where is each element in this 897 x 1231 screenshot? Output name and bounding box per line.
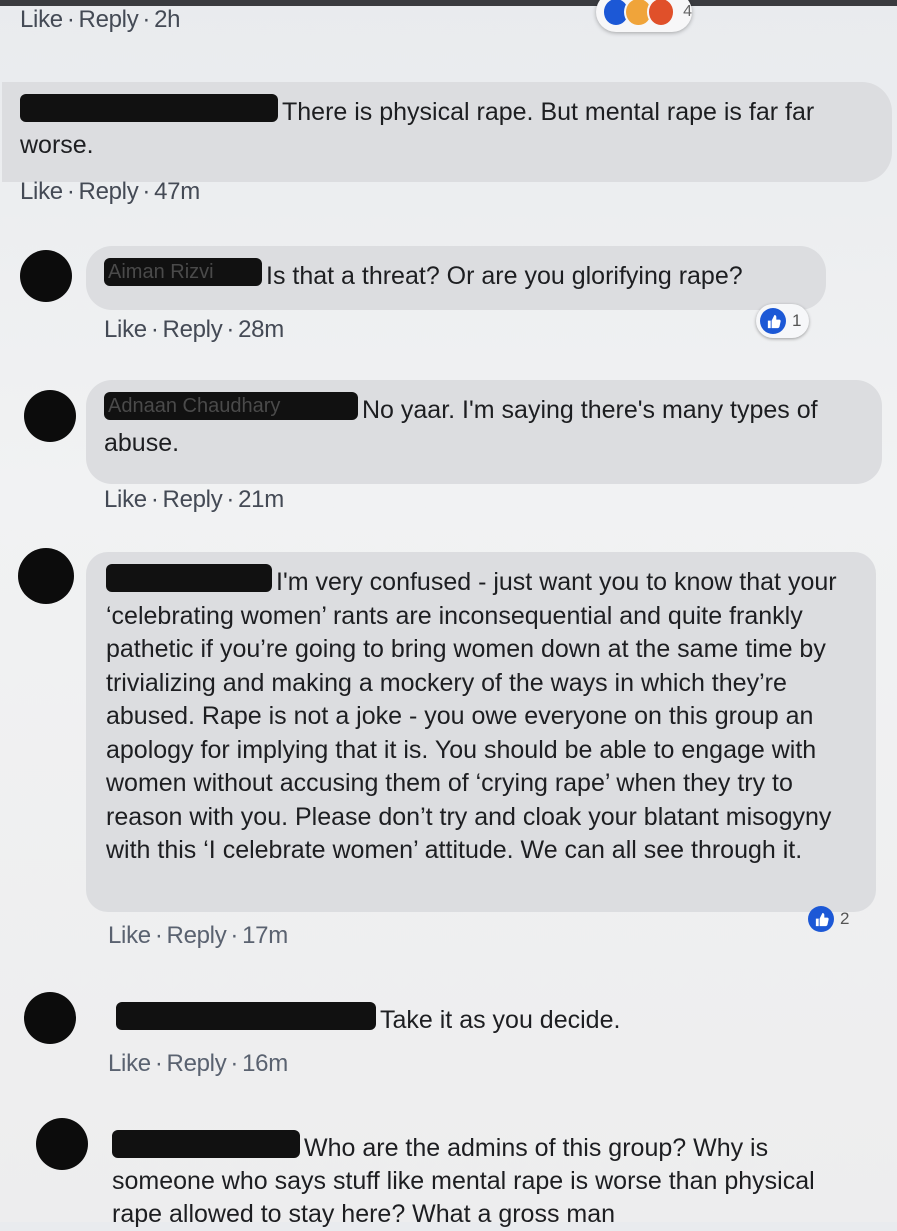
comment-bubble: Adnaan Chaudhary No yaar. I'm saying ther… [86, 380, 882, 484]
like-link[interactable]: Like [20, 6, 63, 33]
reply-link[interactable]: Reply [167, 1050, 227, 1077]
comment-actions: Like · Reply · 17m [108, 922, 288, 949]
avatar[interactable] [20, 250, 72, 302]
reaction-count: 4 [683, 3, 692, 20]
avatar[interactable] [24, 390, 76, 442]
author-name[interactable]: Aiman Rizvi [104, 258, 262, 286]
angry-reaction-icon [646, 0, 676, 27]
reaction-count: 2 [840, 909, 850, 928]
comment-bubble: There is physical rape. But mental rape … [2, 82, 892, 182]
comment-actions: Like · Reply · 47m [20, 178, 200, 205]
comment-text: Take it as you decide. [380, 1006, 621, 1034]
like-link[interactable]: Like [104, 316, 147, 343]
reply-link[interactable]: Reply [79, 6, 139, 33]
timestamp[interactable]: 28m [238, 316, 284, 343]
like-link[interactable]: Like [108, 1050, 151, 1077]
reaction-count: 1 [792, 311, 802, 330]
timestamp[interactable]: 21m [238, 486, 284, 513]
comment-bubble: I'm very confused - just want you to kno… [86, 552, 876, 912]
thumbs-up-icon [760, 308, 786, 334]
comment-actions: Like · Reply · 2h [20, 6, 181, 33]
reactions-summary[interactable]: 4 [596, 0, 692, 32]
timestamp[interactable]: 17m [242, 922, 288, 949]
comment-text: Is that a threat? Or are you glorifying … [266, 262, 743, 290]
timestamp[interactable]: 16m [242, 1050, 288, 1077]
redacted-author-name[interactable] [116, 1002, 376, 1030]
comment-text: I'm very confused - just want you to kno… [106, 568, 837, 864]
comment-bubble: Aiman Rizvi Is that a threat? Or are you … [86, 246, 826, 310]
avatar[interactable] [24, 992, 76, 1044]
timestamp[interactable]: 2h [154, 6, 180, 33]
reply-link[interactable]: Reply [163, 316, 223, 343]
redacted-author-name[interactable] [20, 94, 278, 122]
author-name[interactable]: Adnaan Chaudhary [104, 392, 358, 420]
timestamp[interactable]: 47m [154, 178, 200, 205]
avatar[interactable] [18, 548, 74, 604]
avatar[interactable] [36, 1118, 88, 1170]
like-link[interactable]: Like [20, 178, 63, 205]
like-link[interactable]: Like [104, 486, 147, 513]
reaction-count-badge[interactable]: 1 [756, 304, 810, 338]
reply-link[interactable]: Reply [167, 922, 227, 949]
comment-actions: Like · Reply · 16m [108, 1050, 288, 1077]
reaction-count-badge[interactable]: 2 [804, 902, 857, 936]
redacted-author-name[interactable] [106, 564, 272, 592]
comment-bubble: Take it as you decide. [98, 990, 798, 1040]
redacted-author-name[interactable] [112, 1130, 300, 1158]
comment-actions: Like · Reply · 21m [104, 486, 284, 513]
like-link[interactable]: Like [108, 922, 151, 949]
comment-actions: Like · Reply · 28m [104, 316, 284, 343]
thumbs-up-icon [808, 906, 834, 932]
comment-bubble: Who are the admins of this group? Why is… [94, 1118, 854, 1228]
reply-link[interactable]: Reply [79, 178, 139, 205]
reply-link[interactable]: Reply [163, 486, 223, 513]
